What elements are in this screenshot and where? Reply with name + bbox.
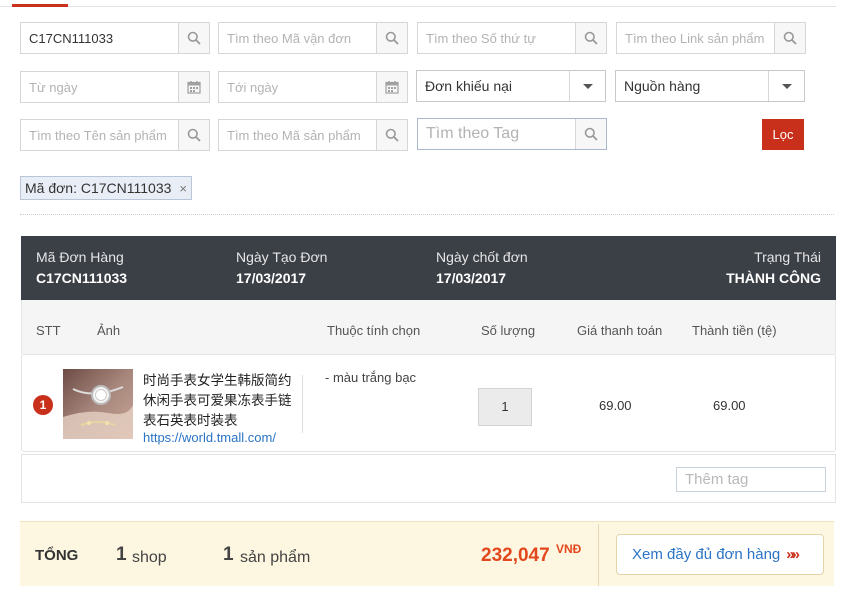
col-price: Giá thanh toán xyxy=(577,323,663,338)
product-link-field xyxy=(616,22,806,54)
chevron-down-icon xyxy=(768,71,804,101)
order-code-field xyxy=(20,22,210,54)
to-date-field xyxy=(218,71,408,103)
search-icon[interactable] xyxy=(575,23,606,53)
calendar-icon[interactable] xyxy=(376,72,407,102)
total-amount: 232,047 xyxy=(481,545,550,566)
shop-label: shop xyxy=(132,549,167,566)
product-count-label: sản phẩm xyxy=(240,549,311,566)
seq-number-field xyxy=(417,22,607,54)
calendar-icon[interactable] xyxy=(178,72,209,102)
complaint-select[interactable]: Đơn khiếu nại xyxy=(416,70,606,102)
source-select-value: Nguồn hàng xyxy=(624,78,701,94)
row-number-badge: 1 xyxy=(33,395,53,415)
search-icon[interactable] xyxy=(376,120,407,150)
currency-label: VNĐ xyxy=(556,542,582,556)
quantity-box[interactable]: 1 xyxy=(478,388,532,426)
order-code-value: C17CN111033 xyxy=(36,270,128,286)
table-row: 1 时尚手表女学生韩版简约休闲手表可爱果冻表手链表石英表时装表 https://… xyxy=(21,354,836,452)
summary-label: TỔNG xyxy=(35,547,79,564)
unit-price: 69.00 xyxy=(599,398,632,413)
shop-count: 1 xyxy=(116,544,127,565)
col-stt: STT xyxy=(36,323,61,338)
created-date-label: Ngày Tạo Đơn xyxy=(236,249,328,265)
from-date-input[interactable] xyxy=(21,72,178,102)
search-icon[interactable] xyxy=(774,23,805,53)
order-summary: TỔNG 1 shop 1 sản phẩm 232,047 VNĐ Xem đ… xyxy=(20,521,834,586)
product-attribute: - màu trắng bạc xyxy=(325,370,417,385)
col-quantity: Số lượng xyxy=(481,323,536,338)
product-name-input[interactable] xyxy=(21,120,178,150)
product-code-input[interactable] xyxy=(219,120,376,150)
line-total: 69.00 xyxy=(713,398,746,413)
product-thumbnail[interactable] xyxy=(63,369,133,439)
order-code-input[interactable] xyxy=(21,23,178,53)
product-code-field xyxy=(218,119,408,151)
tracking-code-field xyxy=(218,22,408,54)
view-full-order-button[interactable]: Xem đầy đủ đơn hàng »» xyxy=(616,534,824,575)
col-attribute: Thuộc tính chọn xyxy=(327,323,421,338)
add-tag-input[interactable] xyxy=(676,467,826,492)
top-divider xyxy=(0,6,836,7)
closed-date-value: 17/03/2017 xyxy=(436,270,507,286)
search-icon[interactable] xyxy=(178,120,209,150)
to-date-input[interactable] xyxy=(219,72,376,102)
order-code-col: Mã Đơn Hàng C17CN111033 xyxy=(36,249,127,286)
chevron-down-icon xyxy=(569,71,605,101)
status-label: Trạng Thái xyxy=(754,249,821,265)
divider xyxy=(302,375,303,433)
search-icon[interactable] xyxy=(376,23,407,53)
created-date-value: 17/03/2017 xyxy=(236,270,307,286)
closed-date-label: Ngày chốt đơn xyxy=(436,249,528,265)
product-link[interactable]: https://world.tmall.com/ xyxy=(143,430,276,445)
tag-row xyxy=(21,454,836,503)
product-name-field xyxy=(20,119,210,151)
product-count: 1 xyxy=(223,544,234,565)
active-filter-label: Mã đơn: C17CN111033 xyxy=(25,180,172,196)
col-image: Ảnh xyxy=(97,323,121,338)
tag-search-input[interactable] xyxy=(418,119,575,149)
active-tab-indicator xyxy=(12,4,68,7)
seq-number-input[interactable] xyxy=(418,23,575,53)
col-total: Thành tiền (tệ) xyxy=(692,323,777,338)
status-col: Trạng Thái THÀNH CÔNG xyxy=(726,249,821,286)
search-icon[interactable] xyxy=(178,23,209,53)
table-header: STT Ảnh Thuộc tính chọn Số lượng Giá tha… xyxy=(21,300,836,354)
double-chevron-right-icon: »» xyxy=(786,546,800,563)
created-date-col: Ngày Tạo Đơn 17/03/2017 xyxy=(236,249,327,286)
tag-search-field xyxy=(417,118,607,150)
order-header: Mã Đơn Hàng C17CN111033 Ngày Tạo Đơn 17/… xyxy=(21,236,836,300)
divider xyxy=(20,214,834,215)
filter-button[interactable]: Lọc xyxy=(762,119,804,150)
closed-date-col: Ngày chốt đơn 17/03/2017 xyxy=(436,249,528,286)
close-icon[interactable]: × xyxy=(179,181,187,196)
from-date-field xyxy=(20,71,210,103)
status-value: THÀNH CÔNG xyxy=(726,270,821,286)
tracking-code-input[interactable] xyxy=(219,23,376,53)
order-code-label: Mã Đơn Hàng xyxy=(36,249,124,265)
product-link-input[interactable] xyxy=(617,23,774,53)
product-name: 时尚手表女学生韩版简约休闲手表可爱果冻表手链表石英表时装表 xyxy=(143,373,292,428)
divider xyxy=(598,524,599,586)
source-select[interactable]: Nguồn hàng xyxy=(615,70,805,102)
view-full-order-label: Xem đầy đủ đơn hàng xyxy=(632,546,781,563)
active-filter-chip: Mã đơn: C17CN111033 × xyxy=(20,176,193,200)
complaint-select-value: Đơn khiếu nại xyxy=(425,78,513,94)
search-icon[interactable] xyxy=(575,119,606,149)
